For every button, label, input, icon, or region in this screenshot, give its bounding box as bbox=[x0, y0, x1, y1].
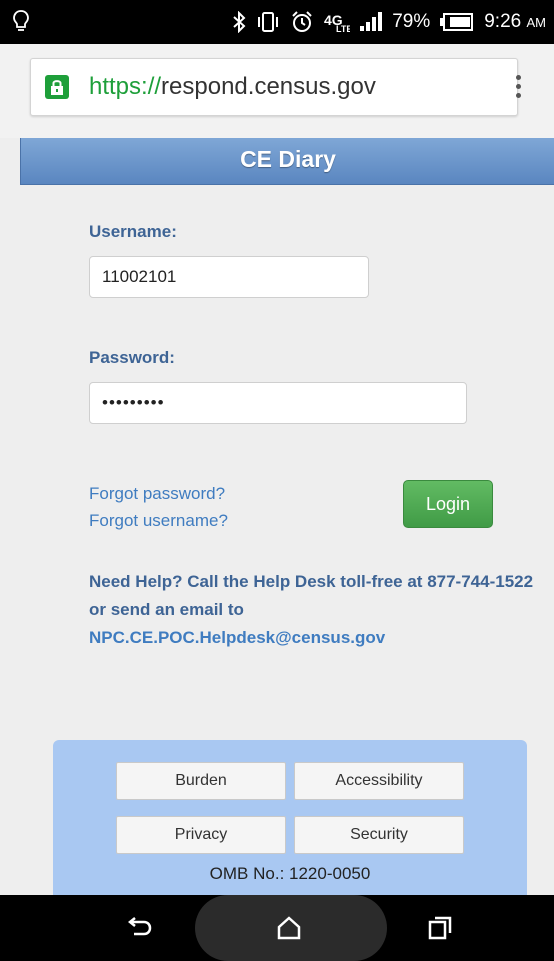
header-bar: CE Diary bbox=[20, 138, 554, 185]
back-icon[interactable] bbox=[126, 916, 152, 945]
username-label: Username: bbox=[89, 222, 177, 241]
lightbulb-icon bbox=[12, 9, 30, 38]
battery-icon bbox=[440, 13, 474, 31]
security-button[interactable]: Security bbox=[294, 816, 464, 854]
status-bar: 4G LTE 79% 9:26 AM bbox=[0, 0, 554, 44]
overflow-menu-icon[interactable] bbox=[513, 75, 523, 101]
burden-button[interactable]: Burden bbox=[116, 762, 286, 800]
signal-icon bbox=[360, 12, 383, 32]
lock-icon bbox=[45, 75, 69, 99]
clock-time: 9:26 bbox=[484, 11, 522, 32]
bluetooth-icon bbox=[232, 11, 246, 33]
page-content: CE Diary Username: 11002101 Password: ••… bbox=[0, 138, 554, 895]
login-button[interactable]: Login bbox=[403, 480, 493, 528]
url-scheme: https:// bbox=[89, 73, 162, 100]
network-4g-icon: 4G LTE bbox=[324, 11, 350, 33]
url-text: https://respond.census.gov bbox=[89, 73, 376, 101]
page-title: CE Diary bbox=[240, 146, 336, 172]
svg-text:LTE: LTE bbox=[336, 24, 350, 33]
vibrate-icon bbox=[256, 11, 280, 33]
clock: 9:26 AM bbox=[484, 11, 546, 33]
battery-percent: 79% bbox=[392, 11, 431, 32]
help-text: Need Help? Call the Help Desk toll-free … bbox=[89, 568, 539, 652]
recents-icon[interactable] bbox=[428, 916, 452, 945]
navigation-bar bbox=[0, 895, 554, 961]
omb-number: OMB No.: 1220-0050 bbox=[209, 864, 371, 883]
help-email-link[interactable]: NPC.CE.POC.Helpdesk@census.gov bbox=[89, 628, 385, 647]
home-icon[interactable] bbox=[276, 916, 302, 945]
accessibility-button[interactable]: Accessibility bbox=[294, 762, 464, 800]
privacy-button[interactable]: Privacy bbox=[116, 816, 286, 854]
alarm-icon bbox=[290, 10, 314, 34]
footer-panel: Burden Accessibility Privacy Security OM… bbox=[53, 740, 527, 895]
username-input[interactable]: 11002101 bbox=[89, 256, 369, 298]
url-host: respond.census.gov bbox=[161, 73, 376, 100]
help-message: Need Help? Call the Help Desk toll-free … bbox=[89, 572, 534, 619]
address-bar[interactable]: https://respond.census.gov bbox=[30, 58, 521, 116]
browser-toolbar: https://respond.census.gov bbox=[0, 44, 554, 138]
password-input[interactable]: ••••••••• bbox=[89, 382, 467, 424]
forgot-username-link[interactable]: Forgot username? bbox=[89, 511, 228, 531]
forgot-password-link[interactable]: Forgot password? bbox=[89, 484, 225, 504]
clock-ampm: AM bbox=[526, 15, 547, 30]
password-label: Password: bbox=[89, 348, 175, 367]
